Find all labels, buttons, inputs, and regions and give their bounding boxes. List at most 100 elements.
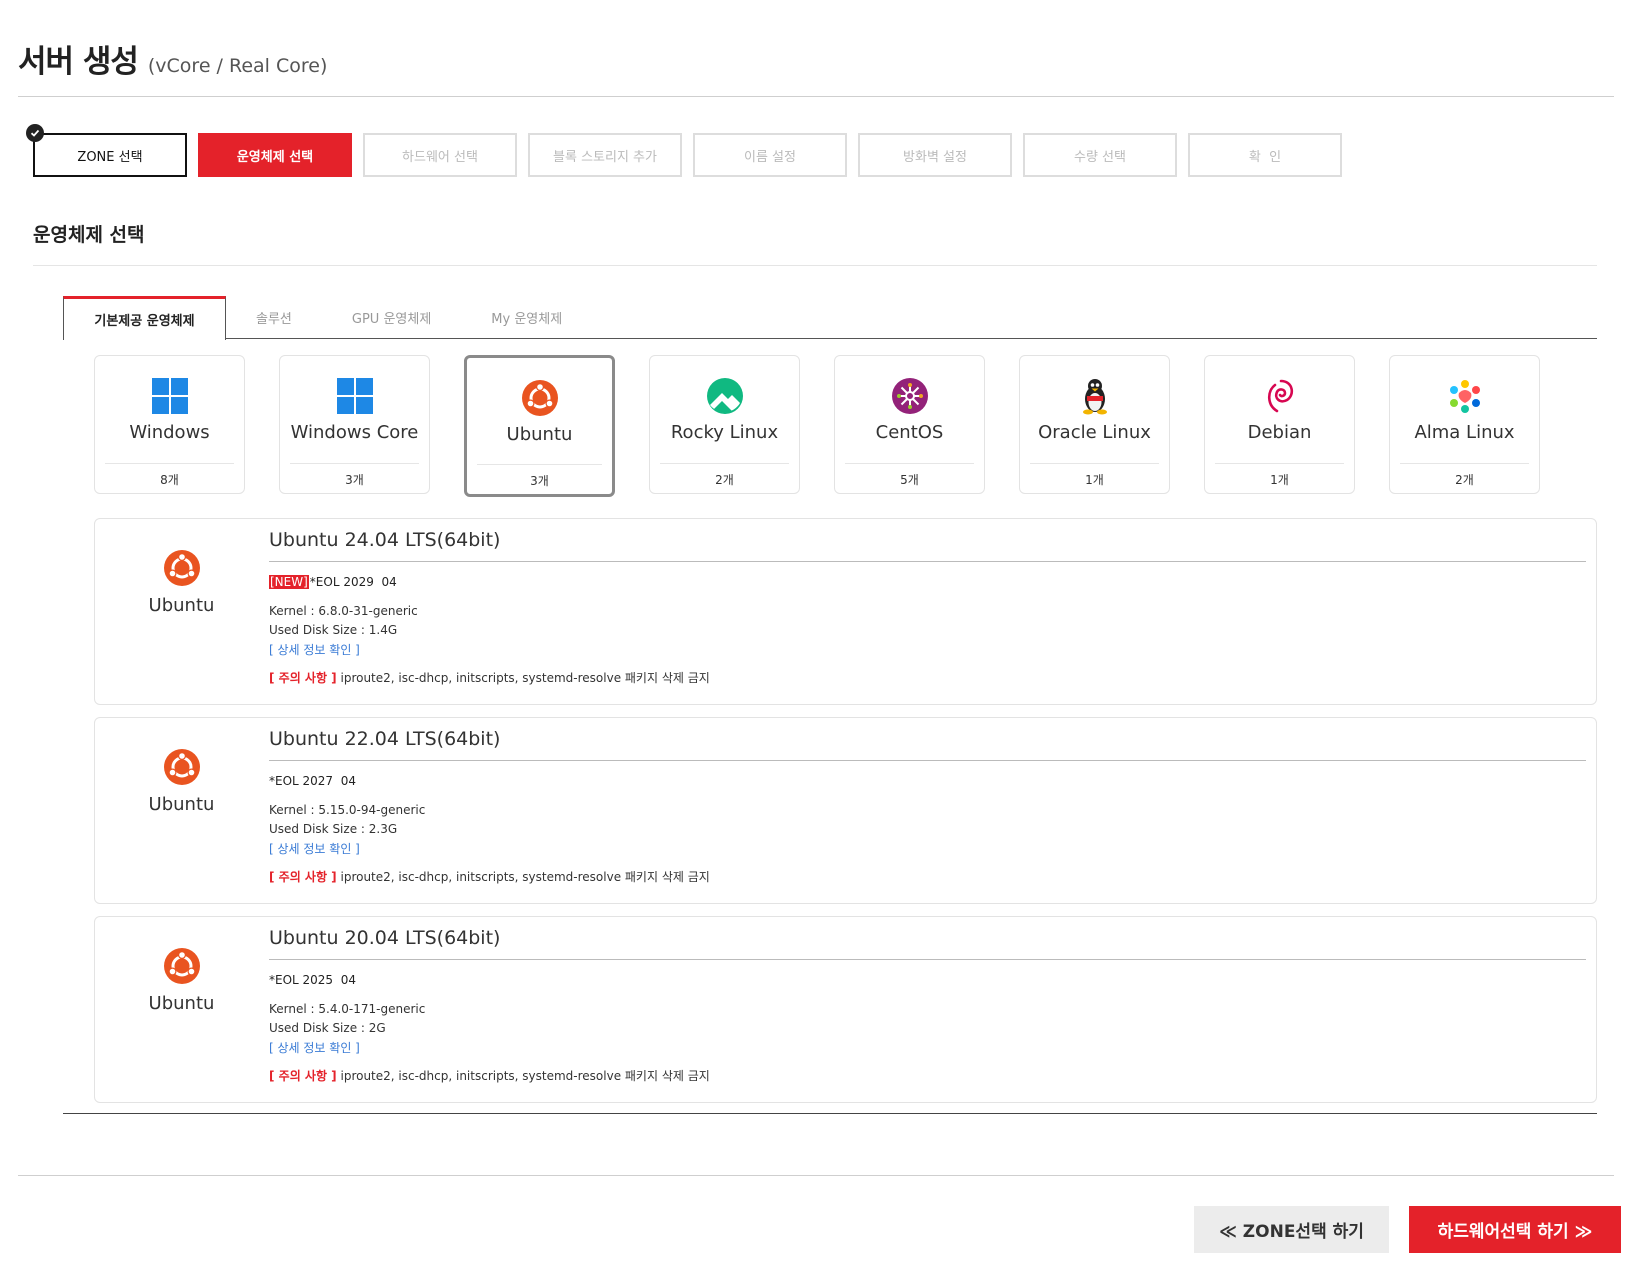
os-card-count: 5개 — [900, 473, 919, 487]
tab-my-os[interactable]: My 운영체제 — [461, 296, 592, 339]
os-card-windows-core[interactable]: Windows Core 3개 — [279, 355, 430, 494]
os-card-count: 1개 — [1270, 473, 1289, 487]
os-card-alma-linux[interactable]: Alma Linux 2개 — [1389, 355, 1540, 494]
step-hardware[interactable]: 하드웨어 선택 — [363, 133, 517, 177]
tab-default-os[interactable]: 기본제공 운영체제 — [63, 296, 226, 340]
version-os-name: Ubuntu — [148, 794, 215, 815]
step-quantity[interactable]: 수량 선택 — [1023, 133, 1177, 177]
eol-text: *EOL 2025 04 — [269, 973, 356, 987]
os-card-divider — [290, 463, 419, 464]
list-bottom-divider — [63, 1113, 1597, 1114]
prev-zone-button[interactable]: ≪ ZONE선택 하기 — [1194, 1206, 1389, 1253]
os-card-name: Windows — [129, 422, 210, 443]
step-label: 운영체제 선택 — [236, 149, 314, 165]
os-card-ubuntu[interactable]: Ubuntu 3개 — [464, 355, 615, 497]
warning-text: iproute2, isc-dhcp, initscripts, systemd… — [336, 671, 710, 685]
os-card-rocky-linux[interactable]: Rocky Linux 2개 — [649, 355, 800, 494]
version-os-name: Ubuntu — [148, 595, 215, 616]
step-label: 블록 스토리지 추가 — [553, 149, 657, 165]
os-card-divider — [1400, 463, 1529, 464]
tab-gpu-os[interactable]: GPU 운영체제 — [322, 296, 461, 339]
os-card-name: CentOS — [875, 422, 944, 443]
warning-label: [ 주의 사항 ] — [269, 671, 337, 685]
os-card-oracle-linux[interactable]: Oracle Linux 1개 — [1019, 355, 1170, 494]
version-title: Ubuntu 20.04 LTS(64bit) — [269, 927, 501, 949]
os-card-name: Alma Linux — [1414, 422, 1515, 443]
os-card-count: 2개 — [1455, 473, 1474, 487]
version-divider — [269, 760, 1586, 761]
version-item[interactable]: Ubuntu Ubuntu 20.04 LTS(64bit) *EOL 2025… — [94, 916, 1597, 1103]
detail-info-link[interactable]: [ 상세 정보 확인 ] — [269, 641, 360, 658]
tux-penguin-icon — [1078, 376, 1112, 416]
version-kernel: Kernel : 5.4.0-171-generic — [269, 1002, 426, 1016]
version-title: Ubuntu 22.04 LTS(64bit) — [269, 728, 501, 750]
os-card-divider — [845, 463, 974, 464]
check-circle-icon — [26, 124, 44, 142]
step-confirm[interactable]: 확 인 — [1188, 133, 1342, 177]
os-card-divider — [477, 464, 602, 465]
warning-label: [ 주의 사항 ] — [269, 1069, 337, 1083]
step-os[interactable]: 운영체제 선택 — [198, 133, 352, 177]
os-card-name: Oracle Linux — [1038, 422, 1151, 443]
step-label: 확 인 — [1248, 149, 1282, 165]
os-card-list: Windows 8개 Windows Core 3개 Ubuntu 3개 Roc… — [94, 355, 1540, 497]
version-divider — [269, 959, 1586, 960]
debian-swirl-icon — [1263, 376, 1297, 416]
windows-icon — [336, 376, 373, 416]
version-item[interactable]: Ubuntu Ubuntu 24.04 LTS(64bit) [NEW] *EO… — [94, 518, 1597, 705]
warning-text: iproute2, isc-dhcp, initscripts, systemd… — [336, 1069, 710, 1083]
os-card-debian[interactable]: Debian 1개 — [1204, 355, 1355, 494]
version-warning: [ 주의 사항 ] iproute2, isc-dhcp, initscript… — [269, 868, 710, 885]
centos-icon — [891, 376, 929, 416]
os-tabs: 기본제공 운영체제 솔루션 GPU 운영체제 My 운영체제 — [63, 296, 1597, 340]
step-name[interactable]: 이름 설정 — [693, 133, 847, 177]
detail-info-link[interactable]: [ 상세 정보 확인 ] — [269, 1039, 360, 1056]
tab-solution[interactable]: 솔루션 — [226, 296, 322, 339]
os-card-divider — [1030, 463, 1159, 464]
step-firewall[interactable]: 방화벽 설정 — [858, 133, 1012, 177]
wizard-steps: ZONE 선택 운영체제 선택 하드웨어 선택 블록 스토리지 추가 이름 설정… — [26, 124, 1342, 177]
ubuntu-icon — [521, 378, 559, 418]
warning-label: [ 주의 사항 ] — [269, 870, 337, 884]
step-block-storage[interactable]: 블록 스토리지 추가 — [528, 133, 682, 177]
os-card-name: Windows Core — [290, 422, 419, 443]
page-title: 서버 생성 (vCore / Real Core) — [18, 36, 327, 81]
footer-divider — [18, 1175, 1614, 1176]
version-list: Ubuntu Ubuntu 24.04 LTS(64bit) [NEW] *EO… — [94, 518, 1597, 1115]
version-disk-size: Used Disk Size : 2.3G — [269, 822, 398, 836]
rocky-linux-icon — [706, 376, 744, 416]
ubuntu-icon — [163, 748, 201, 786]
version-title: Ubuntu 24.04 LTS(64bit) — [269, 529, 501, 551]
version-eol: [NEW] *EOL 2029 04 — [269, 575, 397, 589]
os-card-centos[interactable]: CentOS 5개 — [834, 355, 985, 494]
version-eol: *EOL 2025 04 — [269, 973, 356, 987]
os-card-name: Debian — [1247, 422, 1312, 443]
version-divider — [269, 561, 1586, 562]
eol-text: *EOL 2029 04 — [309, 575, 397, 589]
warning-text: iproute2, isc-dhcp, initscripts, systemd… — [336, 870, 710, 884]
version-item[interactable]: Ubuntu Ubuntu 22.04 LTS(64bit) *EOL 2027… — [94, 717, 1597, 904]
step-label: 하드웨어 선택 — [402, 149, 478, 165]
eol-text: *EOL 2027 04 — [269, 774, 356, 788]
os-card-count: 3개 — [530, 474, 549, 488]
os-card-divider — [660, 463, 789, 464]
windows-icon — [151, 376, 188, 416]
next-hardware-button[interactable]: 하드웨어선택 하기 ≫ — [1409, 1206, 1621, 1253]
version-warning: [ 주의 사항 ] iproute2, isc-dhcp, initscript… — [269, 669, 710, 686]
version-eol: *EOL 2027 04 — [269, 774, 356, 788]
detail-info-link[interactable]: [ 상세 정보 확인 ] — [269, 840, 360, 857]
page-title-main: 서버 생성 — [18, 44, 139, 80]
version-disk-size: Used Disk Size : 1.4G — [269, 623, 398, 637]
version-os-name: Ubuntu — [148, 993, 215, 1014]
os-card-windows[interactable]: Windows 8개 — [94, 355, 245, 494]
os-card-count: 8개 — [160, 473, 179, 487]
os-card-divider — [1215, 463, 1344, 464]
step-zone[interactable]: ZONE 선택 — [26, 124, 187, 177]
step-label: 수량 선택 — [1074, 149, 1126, 165]
new-badge: [NEW] — [269, 575, 309, 589]
step-label: 이름 설정 — [744, 149, 796, 165]
ubuntu-icon — [163, 947, 201, 985]
os-card-name: Rocky Linux — [670, 422, 779, 443]
os-card-divider — [105, 463, 234, 464]
title-divider — [18, 96, 1614, 97]
